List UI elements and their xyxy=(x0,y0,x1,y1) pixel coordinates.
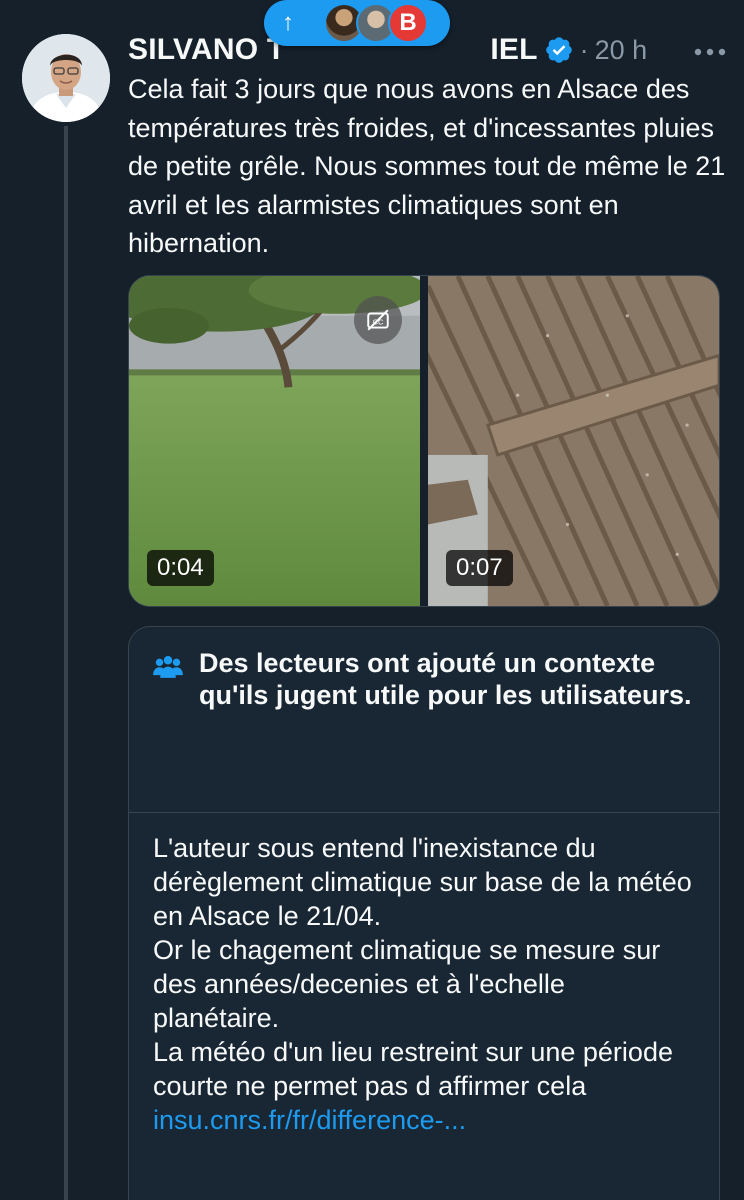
author-name-end[interactable]: IEL xyxy=(490,33,537,67)
author-avatar[interactable] xyxy=(22,34,110,122)
thread-line xyxy=(64,126,68,1200)
community-note-title: Des lecteurs ont ajouté un contexte qu'i… xyxy=(199,648,692,710)
video-thumbnail[interactable]: 0:07 xyxy=(428,276,719,606)
post-text: Cela fait 3 jours que nous avons en Alsa… xyxy=(128,74,726,258)
community-note-link[interactable]: insu.cnrs.fr/fr/difference-... xyxy=(153,1103,695,1137)
captions-button[interactable]: CC xyxy=(354,296,402,344)
people-icon xyxy=(153,655,183,678)
community-note-body: L'auteur sous entend l'inexistance du dé… xyxy=(129,813,719,1137)
video-duration: 0:04 xyxy=(147,550,214,586)
post-time[interactable]: 20 h xyxy=(595,35,648,66)
captions-off-icon: CC xyxy=(367,309,389,331)
community-note[interactable]: Des lecteurs ont ajouté un contexte qu'i… xyxy=(128,626,720,1200)
post-separator: · xyxy=(579,34,589,65)
community-note-header: Des lecteurs ont ajouté un contexte qu'i… xyxy=(129,627,719,813)
community-note-text: L'auteur sous entend l'inexistance du dé… xyxy=(153,833,692,1101)
verified-badge-icon xyxy=(545,37,572,63)
video-duration: 0:07 xyxy=(446,550,513,586)
new-posts-pill[interactable]: ↑ B xyxy=(264,0,450,46)
arrow-up-icon: ↑ xyxy=(282,9,294,36)
more-icon xyxy=(694,48,726,56)
pill-avatar-badge: B xyxy=(388,3,428,43)
media-grid: CC 0:04 0:07 xyxy=(128,275,720,607)
timeline: SILVANO T IEL · 20 h ↑ B Cela fait 3 jou… xyxy=(0,0,744,1200)
author-name-start[interactable]: SILVANO T xyxy=(128,33,285,67)
more-options-button[interactable] xyxy=(692,34,728,70)
video-thumbnail[interactable]: CC 0:04 xyxy=(129,276,420,606)
